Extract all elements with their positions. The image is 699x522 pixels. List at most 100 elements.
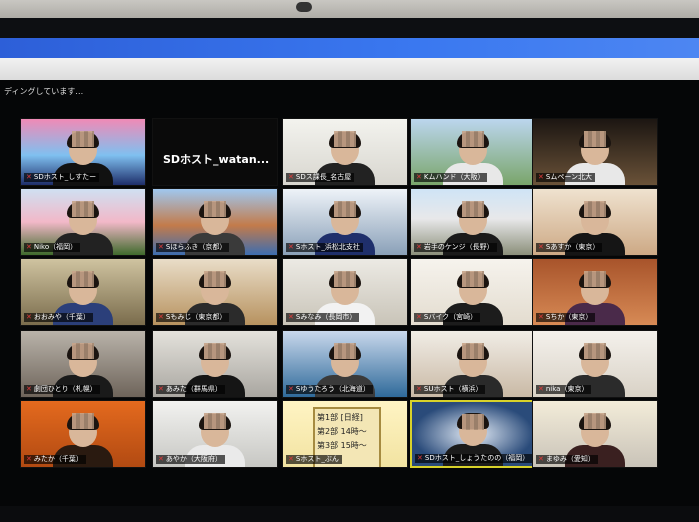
participant-name: 劇団ひとり（札幌） (33, 385, 97, 393)
participant-tile[interactable]: 第1部 [日経] 第2部 14時〜 第3部 15時〜 ✕ Sホスト_ぶん (282, 400, 408, 468)
participant-name: Sムペーン北大 (545, 173, 592, 181)
muted-mic-icon: ✕ (288, 455, 294, 463)
muted-mic-icon: ✕ (538, 313, 544, 321)
participant-name: Sちか（東京） (545, 313, 593, 321)
face-blur (72, 413, 94, 429)
participant-name: Sあすか（東京） (545, 243, 600, 251)
monitor-bezel (0, 18, 699, 40)
participant-tile[interactable]: ✕ Niko（福岡） (20, 188, 146, 256)
monitor-bottom-bezel (0, 506, 699, 522)
participant-name: あみた（群馬県） (165, 385, 222, 393)
muted-mic-icon: ✕ (288, 243, 294, 251)
participant-tile[interactable]: ✕ Sもみじ（東京都） (152, 258, 278, 326)
window-menubar[interactable] (0, 58, 699, 80)
face-blur (584, 413, 606, 429)
participant-name-label: ✕ Sバイク（宮崎） (414, 313, 481, 322)
face-blur (204, 343, 226, 359)
face-blur (584, 271, 606, 287)
face-blur (334, 271, 356, 287)
recording-indicator: ディングしています… (4, 87, 84, 96)
participant-tile[interactable]: ✕ SDホスト_しすたー (20, 118, 146, 186)
participant-name: Sホスト_浜松北支社 (295, 243, 360, 251)
muted-mic-icon: ✕ (158, 243, 164, 251)
participant-name-label: ✕ SDス課長_名古屋 (286, 173, 355, 182)
face-blur (584, 201, 606, 217)
participant-tile[interactable]: ✕ Sゆうたろう（北海道） (282, 330, 408, 398)
muted-mic-icon: ✕ (538, 243, 544, 251)
face-blur (462, 271, 484, 287)
face-blur (462, 131, 484, 147)
participant-name-label: ✕ 劇団ひとり（札幌） (24, 385, 100, 394)
participant-tile[interactable]: SDホスト_watan... (152, 118, 278, 186)
participant-name-label: ✕ Sあすか（東京） (536, 243, 603, 252)
participant-name: Sバイク（宮崎） (423, 313, 478, 321)
face-blur (462, 414, 484, 430)
muted-mic-icon: ✕ (26, 173, 32, 181)
muted-mic-icon: ✕ (416, 313, 422, 321)
participant-name-label: ✕ Sホスト_浜松北支社 (286, 243, 363, 252)
participant-name: あやか（大阪府） (165, 455, 222, 463)
schedule-line: 第1部 [日経] (317, 413, 363, 422)
participant-name: Sほらふき（京都） (165, 243, 227, 251)
muted-mic-icon: ✕ (158, 313, 164, 321)
participant-name: SDス課長_名古屋 (295, 173, 352, 181)
participant-name-label: ✕ Kムハンド（大阪） (414, 173, 488, 182)
participant-name-label: ✕ おおみや（千葉） (24, 313, 93, 322)
participant-name-label: ✕ Niko（福岡） (24, 243, 81, 252)
participant-tile[interactable]: ✕ Sほらふき（京都） (152, 188, 278, 256)
participant-display-name: SDホスト_watan... (163, 153, 270, 166)
muted-mic-icon: ✕ (416, 173, 422, 181)
face-blur (334, 343, 356, 359)
schedule-line: 第2部 14時〜 (317, 427, 367, 436)
participant-name: Sもみじ（東京都） (165, 313, 227, 321)
participant-name: Sゆうたろう（北海道） (295, 385, 370, 393)
participant-name: Kムハンド（大阪） (423, 173, 485, 181)
participant-name: まゆみ（愛知） (545, 455, 595, 463)
face-blur (72, 131, 94, 147)
face-blur (204, 413, 226, 429)
muted-mic-icon: ✕ (416, 243, 422, 251)
participant-tile[interactable]: ✕ おおみや（千葉） (20, 258, 146, 326)
face-blur (72, 271, 94, 287)
participant-name-label: ✕ あやか（大阪府） (156, 455, 225, 464)
participant-name-label: ✕ SDホスト_しょうたのの（福岡） (415, 454, 533, 463)
muted-mic-icon: ✕ (538, 385, 544, 393)
window-titlebar[interactable] (0, 38, 699, 58)
participant-tile[interactable]: ✕ まゆみ（愛知） (532, 400, 658, 468)
participant-tile[interactable]: ✕ 劇団ひとり（札幌） (20, 330, 146, 398)
participant-name: Sみなみ（長岡市） (295, 313, 357, 321)
muted-mic-icon: ✕ (158, 455, 164, 463)
participant-name-label: ✕ まゆみ（愛知） (536, 455, 598, 464)
participant-tile[interactable]: ✕ SUホスト（横浜） (410, 330, 536, 398)
participant-tile[interactable]: ✕ あやか（大阪府） (152, 400, 278, 468)
participant-tile[interactable]: ✕ nika（東京） (532, 330, 658, 398)
participant-name: おおみや（千葉） (33, 313, 90, 321)
participant-tile[interactable]: ✕ みたか（千葉） (20, 400, 146, 468)
participant-tile[interactable]: ✕ Sバイク（宮崎） (410, 258, 536, 326)
muted-mic-icon: ✕ (26, 243, 32, 251)
face-blur (334, 131, 356, 147)
face-blur (72, 201, 94, 217)
muted-mic-icon: ✕ (288, 313, 294, 321)
participant-tile[interactable]: ✕ Kムハンド（大阪） (410, 118, 536, 186)
participant-tile[interactable]: ✕ Sちか（東京） (532, 258, 658, 326)
participant-name-label: ✕ みたか（千葉） (24, 455, 86, 464)
participant-tile[interactable]: ✕ SDホスト_しょうたのの（福岡） (410, 400, 536, 468)
muted-mic-icon: ✕ (288, 385, 294, 393)
participant-tile[interactable]: ✕ 岩手のケンジ（長野） (410, 188, 536, 256)
webcam (296, 2, 312, 12)
participant-name: nika（東京） (545, 385, 589, 393)
participant-name-label: ✕ Sゆうたろう（北海道） (286, 385, 373, 394)
face-blur (204, 271, 226, 287)
muted-mic-icon: ✕ (26, 313, 32, 321)
participant-tile[interactable]: ✕ SDス課長_名古屋 (282, 118, 408, 186)
face-blur (72, 343, 94, 359)
participant-tile[interactable]: ✕ あみた（群馬県） (152, 330, 278, 398)
participant-name-label: ✕ nika（東京） (536, 385, 592, 394)
participant-tile[interactable]: ✕ Sムペーン北大 (532, 118, 658, 186)
participant-name-label: ✕ Sちか（東京） (536, 313, 596, 322)
participant-tile[interactable]: ✕ Sホスト_浜松北支社 (282, 188, 408, 256)
participant-tile[interactable]: ✕ Sみなみ（長岡市） (282, 258, 408, 326)
participant-tile[interactable]: ✕ Sあすか（東京） (532, 188, 658, 256)
muted-mic-icon: ✕ (538, 173, 544, 181)
